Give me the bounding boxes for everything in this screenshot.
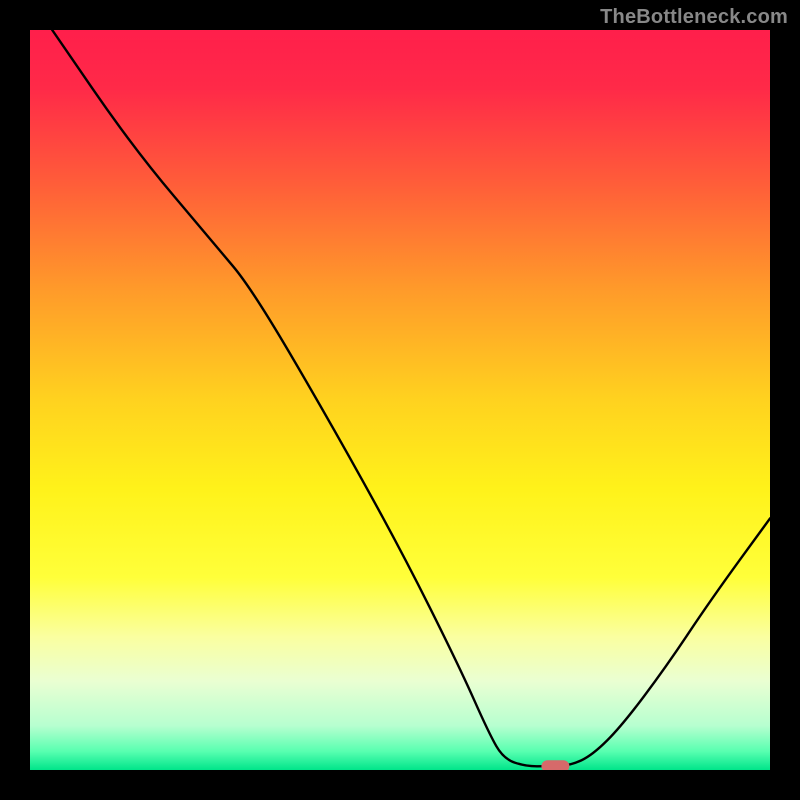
gradient-background — [30, 30, 770, 770]
optimal-marker — [541, 760, 569, 770]
plot-area — [30, 30, 770, 770]
watermark-text: TheBottleneck.com — [600, 6, 788, 29]
bottleneck-chart — [30, 30, 770, 770]
chart-frame: TheBottleneck.com — [0, 0, 800, 800]
